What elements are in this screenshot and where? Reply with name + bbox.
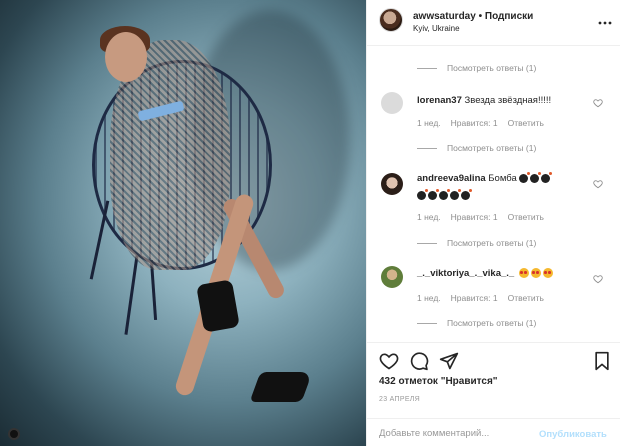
view-replies-link[interactable]: Посмотреть ответы (1) [447, 238, 536, 248]
post-photo[interactable] [0, 0, 366, 446]
model-shoe [249, 372, 313, 402]
bomb-emoji-icon [417, 188, 428, 200]
author-name[interactable]: awwsaturday [413, 11, 476, 22]
comment-input[interactable] [379, 425, 529, 441]
publish-button[interactable]: Опубликовать [539, 429, 607, 440]
comment-time[interactable]: 1 нед. [417, 212, 441, 222]
post-side-panel: awwsaturday • Подписки Kyiv, Ukraine Пос… [366, 0, 620, 446]
bomb-emoji-icon [428, 188, 439, 200]
bomb-emoji-icon [529, 171, 541, 183]
commenter-username[interactable]: andreeva9alina [417, 173, 486, 184]
commenter-avatar[interactable] [381, 266, 403, 288]
commenter-username[interactable]: lorenan37 [417, 95, 462, 106]
follow-button[interactable]: Подписки [485, 11, 533, 22]
commenter-username[interactable]: _._viktoriya_._vika_._ [417, 268, 514, 279]
heart-outline-icon[interactable] [379, 351, 399, 371]
comment-like-icon[interactable] [593, 179, 603, 189]
bookmark-icon[interactable] [593, 351, 611, 371]
comment-likes[interactable]: Нравится: 1 [451, 293, 498, 303]
author-username[interactable]: awwsaturday • Подписки [413, 11, 533, 22]
comment-like-icon[interactable] [593, 98, 603, 108]
reply-button[interactable]: Ответить [508, 293, 544, 303]
model-head [105, 32, 147, 82]
post-date[interactable]: 23 АПРЕЛЯ [379, 396, 420, 403]
replies-divider [417, 243, 437, 244]
comment-emoji-line [415, 188, 472, 201]
action-bar [367, 342, 620, 378]
bomb-emoji-icon [518, 171, 530, 183]
star-struck-emoji-icon [518, 268, 529, 279]
comment-likes[interactable]: Нравится: 1 [451, 118, 498, 128]
star-struck-emoji-icon [530, 268, 541, 279]
reply-button[interactable]: Ответить [508, 118, 544, 128]
view-replies-link[interactable]: Посмотреть ответы (1) [447, 143, 536, 153]
comment-meta: 1 нед. Нравится: 1 Ответить [417, 118, 554, 128]
paper-plane-icon[interactable] [439, 351, 459, 371]
reply-button[interactable]: Ответить [508, 212, 544, 222]
bomb-emoji-icon [439, 188, 450, 200]
star-struck-emoji-icon [542, 268, 553, 279]
comment-meta: 1 нед. Нравится: 1 Ответить [417, 293, 554, 303]
post-location[interactable]: Kyiv, Ukraine [413, 24, 460, 33]
commenter-avatar[interactable] [381, 173, 403, 195]
replies-divider [417, 68, 437, 69]
tag-indicator-icon[interactable] [8, 428, 20, 440]
comment-like-icon[interactable] [593, 274, 603, 284]
comment-body: Бомба [488, 173, 517, 184]
commenter-avatar[interactable] [381, 92, 403, 114]
comment-text: lorenan37 Звезда звёздная!!!!! [417, 95, 551, 106]
view-replies-link[interactable]: Посмотреть ответы (1) [447, 318, 536, 328]
replies-divider [417, 148, 437, 149]
model-shoe [196, 279, 240, 333]
comment-text: _._viktoriya_._vika_._ [417, 268, 553, 279]
chair-leg [89, 200, 110, 280]
bomb-emoji-icon [540, 171, 552, 183]
comment-text: andreeva9alina Бомба [417, 171, 552, 184]
comment-time[interactable]: 1 нед. [417, 118, 441, 128]
author-avatar[interactable] [379, 8, 403, 32]
chair-leg [124, 255, 139, 335]
separator-dot: • [475, 11, 485, 22]
add-comment-bar: Опубликовать [367, 418, 620, 446]
bomb-emoji-icon [450, 188, 461, 200]
comment-time[interactable]: 1 нед. [417, 293, 441, 303]
comment-meta: 1 нед. Нравится: 1 Ответить [417, 212, 554, 222]
view-replies-link[interactable]: Посмотреть ответы (1) [447, 63, 536, 73]
comment-bubble-icon[interactable] [409, 351, 429, 371]
more-options-icon[interactable] [598, 12, 612, 28]
replies-divider [417, 323, 437, 324]
bomb-emoji-icon [461, 188, 472, 200]
likes-count[interactable]: 432 отметок "Нравится" [379, 376, 498, 387]
post-header: awwsaturday • Подписки Kyiv, Ukraine [367, 0, 620, 46]
comment-likes[interactable]: Нравится: 1 [451, 212, 498, 222]
comment-body: Звезда звёздная!!!!! [464, 95, 552, 106]
